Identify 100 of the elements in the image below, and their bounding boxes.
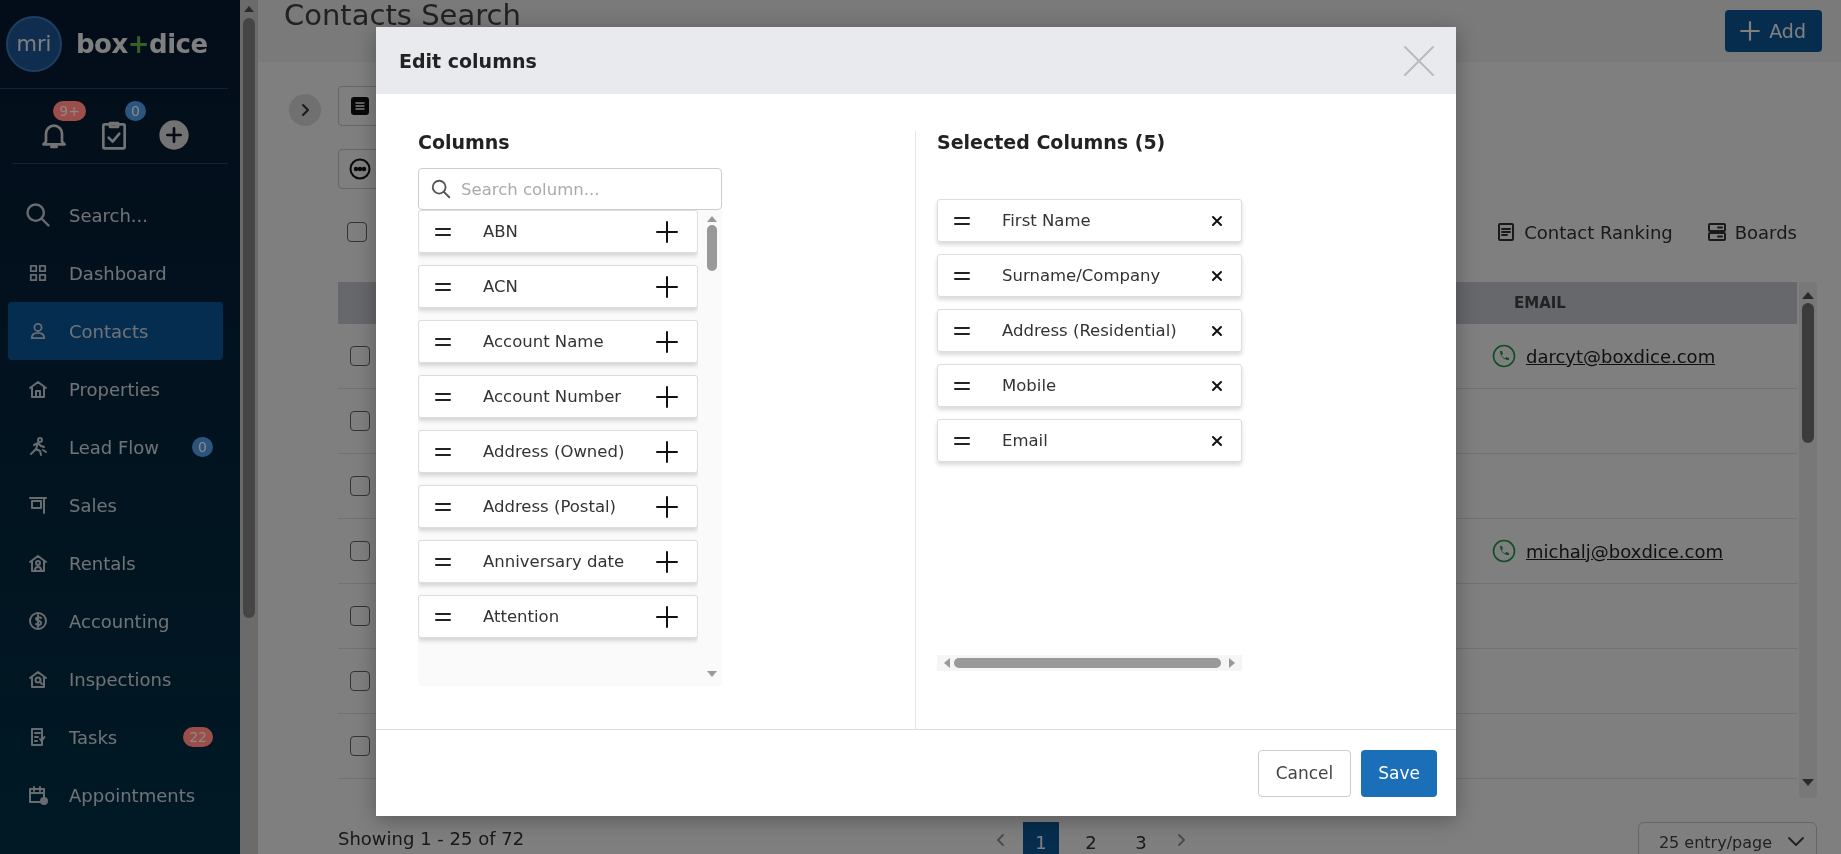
column-item[interactable]: Account Number <box>418 375 698 418</box>
add-column-button[interactable] <box>655 274 679 299</box>
add-button[interactable]: Add <box>1725 10 1822 52</box>
add-column-button[interactable] <box>655 494 679 519</box>
plus-icon <box>655 384 679 409</box>
add-column-button[interactable] <box>655 549 679 574</box>
dollar-coin-icon <box>28 611 48 631</box>
checkbox[interactable] <box>350 476 370 496</box>
column-label: Attention <box>483 607 561 626</box>
checklist-icon <box>28 727 48 747</box>
add-column-button[interactable] <box>655 604 679 629</box>
tasks-button[interactable]: 0 <box>94 101 146 151</box>
column-label: Account Number <box>483 387 623 406</box>
close-icon <box>1211 269 1223 282</box>
column-item[interactable]: ABN <box>418 210 698 253</box>
nav-item[interactable]: Tasks 22 <box>8 708 223 766</box>
close-icon <box>1211 324 1223 337</box>
nav-item[interactable]: Lead Flow 0 <box>8 418 223 476</box>
drag-handle-icon <box>433 226 453 237</box>
search-field[interactable]: Search column... <box>418 168 722 210</box>
remove-column-button[interactable] <box>1211 269 1223 282</box>
plus-icon <box>655 219 679 244</box>
expand-button[interactable] <box>289 94 321 126</box>
add-circle-icon <box>158 119 190 151</box>
scrollbar-thumb[interactable] <box>243 18 255 618</box>
scrollbar[interactable] <box>240 0 258 854</box>
email-link[interactable]: michalj@boxdice.com <box>1526 540 1723 562</box>
column-item[interactable]: Account Name <box>418 320 698 363</box>
nav-item[interactable]: Search... <box>8 186 223 244</box>
cancel-button[interactable]: Cancel <box>1257 749 1352 797</box>
nav-item[interactable]: Accounting <box>8 592 223 650</box>
nav-item[interactable]: Inspections <box>8 650 223 708</box>
column-item[interactable]: Attention <box>418 595 698 638</box>
view-tab[interactable]: Boards <box>1706 221 1797 243</box>
drag-handle-icon <box>433 501 453 512</box>
drag-handle-icon <box>952 270 972 281</box>
drag-handle-icon <box>433 336 453 347</box>
checkbox[interactable] <box>347 222 367 242</box>
page-button[interactable]: 3 <box>1123 822 1159 854</box>
scrollbar[interactable] <box>937 655 1242 671</box>
remove-column-button[interactable] <box>1211 434 1223 447</box>
checkbox[interactable] <box>350 606 370 626</box>
checkbox[interactable] <box>350 736 370 756</box>
column-item[interactable]: Address (Postal) <box>418 485 698 528</box>
close-icon <box>1402 43 1436 78</box>
add-column-button[interactable] <box>655 439 679 464</box>
section-title: Selected Columns (5) <box>937 131 1167 155</box>
add-column-button[interactable] <box>655 384 679 409</box>
list-icon <box>350 96 370 116</box>
checkbox[interactable] <box>350 541 370 561</box>
column-item[interactable]: ACN <box>418 265 698 308</box>
checkbox[interactable] <box>350 671 370 691</box>
remove-column-button[interactable] <box>1211 214 1223 227</box>
add-column-button[interactable] <box>655 329 679 354</box>
count-badge: 0 <box>192 437 213 457</box>
column-item[interactable]: Mobile <box>937 364 1242 407</box>
page-button[interactable]: 2 <box>1073 822 1109 854</box>
nav-item[interactable]: Dashboard <box>8 244 223 302</box>
search-icon <box>430 178 452 200</box>
nav-item[interactable]: Properties <box>8 360 223 418</box>
logo-mark: mri <box>6 16 62 72</box>
remove-column-button[interactable] <box>1211 324 1223 337</box>
column-label: Email <box>1002 431 1049 450</box>
column-item[interactable]: Address (Owned) <box>418 430 698 473</box>
scrollbar-thumb[interactable] <box>954 658 1221 668</box>
column-label: Address (Residential) <box>1002 321 1178 340</box>
plus-icon <box>1739 20 1762 42</box>
checkbox[interactable] <box>350 346 370 366</box>
scrollbar-thumb[interactable] <box>707 225 717 271</box>
plus-icon <box>655 439 679 464</box>
page-button[interactable]: 1 <box>1023 822 1059 854</box>
column-item[interactable]: Surname/Company <box>937 254 1242 297</box>
house-person-icon <box>28 553 48 573</box>
scrollbar-thumb[interactable] <box>1802 303 1814 443</box>
house-icon <box>28 379 48 399</box>
page-title: Contacts Search <box>284 0 521 30</box>
email-link[interactable]: darcyt@boxdice.com <box>1526 345 1716 367</box>
nav-item[interactable]: Rentals <box>8 534 223 592</box>
plus-icon <box>655 329 679 354</box>
column-item[interactable]: Email <box>937 419 1242 462</box>
close-icon <box>1211 434 1223 447</box>
nav-item[interactable]: Contacts <box>8 302 223 360</box>
nav-item[interactable]: Sales <box>8 476 223 534</box>
add-column-button[interactable] <box>655 219 679 244</box>
column-item[interactable]: First Name <box>937 199 1242 242</box>
checkbox[interactable] <box>350 411 370 431</box>
nav-item[interactable]: Appointments <box>8 766 223 824</box>
save-button[interactable]: Save <box>1361 749 1437 797</box>
per-page-dropdown[interactable]: 25 entry/page <box>1637 822 1817 854</box>
calendar-icon <box>28 785 48 805</box>
boards-icon <box>1706 222 1727 242</box>
column-item[interactable]: Anniversary date <box>418 540 698 583</box>
scrollbar[interactable] <box>1799 282 1817 798</box>
remove-column-button[interactable] <box>1211 379 1223 392</box>
person-icon <box>29 322 47 340</box>
dialog-title: Edit columns <box>399 49 537 72</box>
column-label: First Name <box>1002 211 1092 230</box>
column-item[interactable]: Address (Residential) <box>937 309 1242 352</box>
view-tab[interactable]: Contact Ranking <box>1496 221 1673 243</box>
more-icon <box>349 158 371 180</box>
